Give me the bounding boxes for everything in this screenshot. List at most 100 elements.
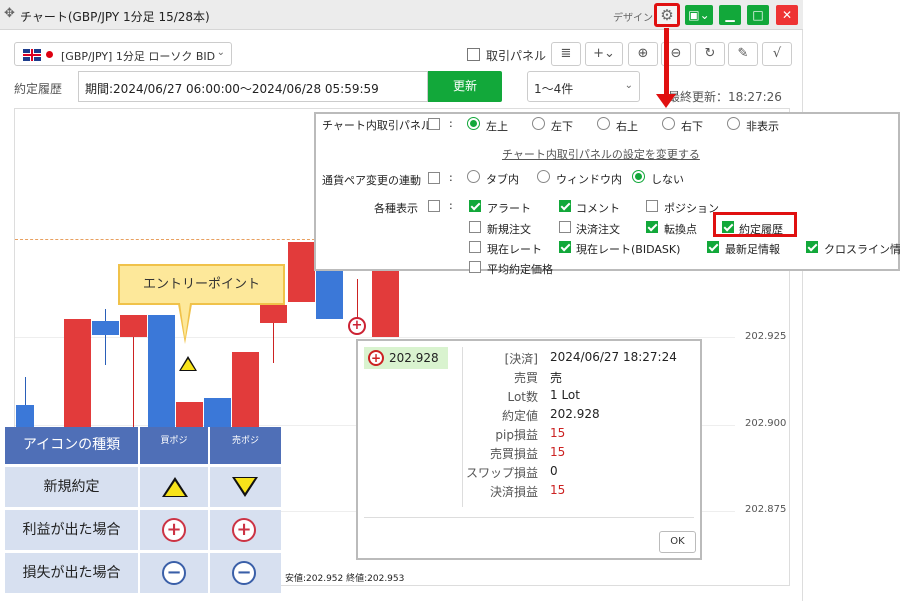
pair-link-checkbox[interactable]: [428, 172, 440, 184]
radio-top-left[interactable]: [467, 117, 480, 130]
legend-row-label: 損失が出た場合: [5, 553, 138, 593]
display-close-order-checkbox[interactable]: [559, 221, 571, 233]
indicator-icon[interactable]: ≣: [551, 42, 581, 66]
window-layout-button[interactable]: ▣⌄: [685, 5, 713, 25]
minus-circle-icon: −: [162, 561, 186, 585]
panel-settings-link[interactable]: チャート内取引パネルの設定を変更する: [502, 146, 700, 162]
close-button[interactable]: ✕: [776, 5, 798, 25]
refresh-icon[interactable]: ↻: [695, 42, 725, 66]
display-item-label: 現在レート: [487, 243, 542, 256]
display-current-rate-bidask-checkbox[interactable]: [559, 241, 571, 253]
pen-icon[interactable]: ✎: [728, 42, 758, 66]
period-field[interactable]: 期間:2024/06/27 06:00:00～2024/06/28 05:59:…: [78, 71, 428, 102]
display-item-label: コメント: [576, 202, 620, 215]
detail-label: 約定値: [501, 409, 538, 423]
trade-badge-price: 202.928: [389, 351, 439, 365]
panel-position-checkbox[interactable]: [428, 118, 440, 130]
icon-legend-table: アイコンの種類 買ポジ 売ポジ 新規約定 利益が出た場合 + + 損失が出た場合…: [5, 427, 281, 597]
radio-label: 右上: [616, 120, 638, 133]
symbol-text: [GBP/JPY] 1分足 ローソク BID: [61, 50, 216, 63]
symbol-select[interactable]: [GBP/JPY] 1分足 ローソク BID ⌄: [14, 42, 232, 66]
candle-wick: [105, 309, 106, 365]
drawing-tool-icon[interactable]: √: [762, 42, 792, 66]
colon: :: [449, 117, 453, 130]
display-item-label: 新規注文: [487, 223, 531, 236]
candle: [288, 242, 315, 302]
legend-row-label: 利益が出た場合: [5, 510, 138, 550]
trade-history-bar: 約定履歴 期間:2024/06/27 06:00:00～2024/06/28 0…: [0, 70, 803, 104]
display-item-label: 現在レート(BIDASK): [576, 243, 681, 256]
detail-value: 1 Lot: [550, 388, 580, 402]
plus-circle-icon: +: [162, 518, 186, 542]
callout-tail-inner: [180, 303, 190, 339]
detail-value: 売: [550, 371, 563, 385]
chevron-down-icon: ⌄: [216, 47, 225, 58]
trade-badge: + 202.928: [364, 347, 448, 369]
display-avg-price-checkbox[interactable]: [469, 261, 481, 273]
radio-label: しない: [651, 173, 684, 186]
crosshair-icon[interactable]: +⌄: [585, 42, 623, 66]
minus-circle-icon: −: [232, 561, 256, 585]
radio-label: ウィンドウ内: [556, 173, 622, 186]
pair-link-label: 通貨ペア変更の連動: [322, 174, 421, 187]
move-icon[interactable]: ✥: [4, 7, 18, 21]
count-text: 1～4件: [534, 82, 574, 96]
radio-label: タブ内: [486, 173, 519, 186]
entry-point-callout: エントリーポイント: [118, 264, 285, 305]
display-position-checkbox[interactable]: [646, 200, 658, 212]
radio-label: 非表示: [746, 120, 779, 133]
radio-bottom-right[interactable]: [662, 117, 675, 130]
display-item-label: 決済注文: [576, 223, 620, 236]
radio-tab[interactable]: [467, 170, 480, 183]
chevron-down-icon: ⌄: [624, 80, 633, 91]
sell-entry-triangle-icon: [232, 477, 258, 497]
detail-label: Lot数: [507, 390, 538, 404]
display-new-order-checkbox[interactable]: [469, 221, 481, 233]
settings-button[interactable]: ⚙: [654, 3, 680, 27]
radio-label: 左上: [486, 120, 508, 133]
plus-circle-icon: +: [368, 350, 384, 366]
display-crossline-checkbox[interactable]: [806, 241, 818, 253]
profit-marker-icon[interactable]: +: [348, 317, 366, 335]
trade-panel-checkbox[interactable]: [467, 48, 480, 61]
chart-toolbar: [GBP/JPY] 1分足 ローソク BID ⌄ 取引パネル ≣ +⌄ ⊕ ⊖ …: [0, 38, 803, 68]
radio-window[interactable]: [537, 170, 550, 183]
price-label: 202.875: [745, 504, 787, 515]
display-alert-checkbox[interactable]: [469, 200, 481, 212]
display-comment-checkbox[interactable]: [559, 200, 571, 212]
display-current-rate-checkbox[interactable]: [469, 241, 481, 253]
candle: [64, 319, 91, 439]
minimize-button[interactable]: ▁: [719, 5, 741, 25]
radio-bottom-left[interactable]: [532, 117, 545, 130]
plus-circle-icon: +: [232, 518, 256, 542]
ok-button[interactable]: OK: [659, 531, 696, 553]
display-turning-point-checkbox[interactable]: [646, 221, 658, 233]
display-latest-bar-checkbox[interactable]: [707, 241, 719, 253]
legend-row-label: 新規約定: [5, 467, 138, 507]
colon: :: [449, 171, 453, 184]
display-item-label: クロスライン情報: [824, 243, 900, 256]
update-button[interactable]: 更新: [428, 71, 502, 102]
price-label: 202.925: [745, 331, 787, 342]
maximize-button[interactable]: □: [747, 5, 769, 25]
candle: [260, 305, 287, 323]
title-bar[interactable]: ✥ チャート(GBP/JPY 1分足 15/28本) デザイン ⚙ ▣⌄ ▁ □…: [0, 0, 803, 30]
display-item-label: 平均約定価格: [487, 263, 553, 276]
count-select[interactable]: 1～4件 ⌄: [527, 71, 640, 102]
radio-none[interactable]: [632, 170, 645, 183]
design-label[interactable]: デザイン: [613, 9, 653, 24]
panel-position-label: チャート内取引パネル: [322, 119, 432, 132]
candle: [148, 315, 175, 439]
zoom-in-icon[interactable]: ⊕: [628, 42, 658, 66]
display-checkbox[interactable]: [428, 200, 440, 212]
detail-label: スワップ損益: [465, 466, 538, 480]
radio-top-right[interactable]: [597, 117, 610, 130]
uk-flag-icon: [23, 49, 41, 61]
legend-cell: [210, 467, 281, 507]
legend-cell: +: [210, 510, 281, 550]
last-update: 最終更新：18:27:26: [668, 90, 782, 104]
detail-value: 2024/06/27 18:27:24: [550, 350, 677, 364]
radio-hidden[interactable]: [727, 117, 740, 130]
detail-label: 決済損益: [489, 485, 538, 499]
jp-flag-icon: [46, 51, 53, 58]
